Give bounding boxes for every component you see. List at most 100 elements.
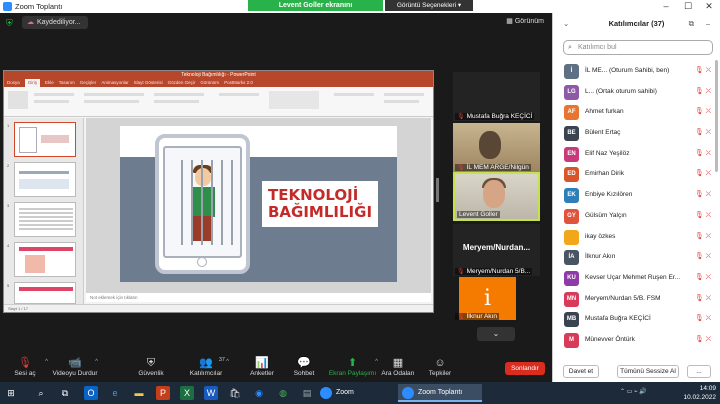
minimize-icon[interactable]: – bbox=[656, 0, 676, 13]
caret-up-icon[interactable]: ^ bbox=[95, 359, 98, 365]
muted-mic-icon[interactable]: 🎙 bbox=[695, 129, 706, 136]
slide-thumbnail[interactable]: 1 bbox=[7, 122, 76, 157]
muted-mic-icon[interactable]: 🎙 bbox=[695, 88, 706, 95]
participants-button[interactable]: 👥 37 Katılımcılar ^ bbox=[181, 357, 231, 377]
video-off-icon[interactable]: ⛌ bbox=[706, 129, 713, 136]
scroll-down-button[interactable]: ⌄ bbox=[477, 327, 515, 341]
reactions-button[interactable]: ☺ Tepkiler bbox=[415, 357, 465, 377]
muted-mic-icon[interactable]: 🎙 bbox=[695, 315, 706, 322]
end-meeting-button[interactable]: Sonlandır bbox=[505, 362, 545, 375]
muted-mic-icon[interactable]: 🎙 bbox=[695, 253, 706, 260]
video-off-icon[interactable]: ⛌ bbox=[706, 274, 713, 281]
more-options-button[interactable]: ... bbox=[687, 365, 711, 378]
muted-mic-icon[interactable]: 🎙 bbox=[695, 108, 706, 115]
video-tile[interactable]: 🎙 İL MEM ARGE/Nilgün bbox=[453, 123, 540, 172]
mute-all-button[interactable]: Tümünü Sessize Al bbox=[617, 365, 679, 378]
word-icon[interactable]: W bbox=[204, 386, 218, 400]
muted-mic-icon[interactable]: 🎙 bbox=[695, 212, 706, 219]
muted-mic-icon[interactable]: 🎙 bbox=[695, 336, 706, 343]
muted-mic-icon[interactable]: 🎙 bbox=[695, 191, 706, 198]
close-icon[interactable]: ✕ bbox=[699, 0, 719, 13]
collapse-chevron-icon[interactable]: ⌄ bbox=[563, 13, 569, 35]
caret-up-icon[interactable]: ^ bbox=[45, 359, 48, 365]
participant-row[interactable]: AF Ahmet furkan 🎙⛌ bbox=[553, 102, 717, 123]
participant-row[interactable]: İA İlknur Akın 🎙⛌ bbox=[553, 247, 717, 268]
muted-mic-icon[interactable]: 🎙 bbox=[695, 170, 706, 177]
unmute-button[interactable]: 🎙 Sesi aç ^ bbox=[0, 357, 50, 377]
video-off-icon[interactable]: ⛌ bbox=[706, 336, 713, 343]
participant-row[interactable]: LG L... (Ortak oturum sahibi) 🎙⛌ bbox=[553, 82, 717, 103]
taskbar-zoom-meeting[interactable]: Zoom Toplantı bbox=[398, 384, 482, 402]
caret-up-icon[interactable]: ^ bbox=[226, 359, 229, 365]
security-shield-icon[interactable]: ⛨ bbox=[6, 18, 15, 28]
participant-row[interactable]: MB Mustafa Buğra KEÇİCİ 🎙⛌ bbox=[553, 309, 717, 330]
participant-search-input[interactable]: ⌕ Katılımcı bul bbox=[563, 40, 713, 55]
ppt-tab[interactable]: PostMarks 2.0 bbox=[224, 79, 253, 87]
video-off-icon[interactable]: ⛌ bbox=[706, 253, 713, 260]
chat-button[interactable]: 💬 Sohbet bbox=[279, 357, 329, 377]
ppt-tab[interactable]: Ekle bbox=[45, 79, 54, 87]
task-view-icon[interactable]: ⧉ bbox=[58, 386, 72, 400]
view-options-button[interactable]: Görüntü Seçenekleri ▾ bbox=[385, 0, 473, 11]
clock[interactable]: 14:09 10.02.2022 bbox=[683, 384, 716, 402]
recording-status[interactable]: ☁ Kaydediliyor... bbox=[22, 16, 88, 29]
ppt-tab[interactable]: Dosya bbox=[7, 79, 20, 87]
ppt-tab[interactable]: Gözden Geçir bbox=[168, 79, 196, 87]
zoom-app-icon[interactable]: ◉ bbox=[252, 386, 266, 400]
stop-video-button[interactable]: 📹 Videoyu Durdur ^ bbox=[50, 357, 100, 377]
slide-thumbnail[interactable]: 4 bbox=[7, 242, 76, 277]
ppt-tab[interactable]: Animasyonlar bbox=[101, 79, 128, 87]
slide-thumbnail[interactable]: 5 bbox=[7, 282, 76, 304]
video-off-icon[interactable]: ⛌ bbox=[706, 108, 713, 115]
muted-mic-icon[interactable]: 🎙 bbox=[695, 233, 706, 240]
powerpoint-icon[interactable]: P bbox=[156, 386, 170, 400]
muted-mic-icon[interactable]: 🎙 bbox=[695, 274, 706, 281]
participants-scrollbar[interactable] bbox=[715, 60, 718, 172]
system-tray-icons[interactable]: ⌃ ▭ ⌁ 🔊 bbox=[620, 388, 647, 395]
video-off-icon[interactable]: ⛌ bbox=[706, 150, 713, 157]
video-off-icon[interactable]: ⛌ bbox=[706, 170, 713, 177]
ppt-tab[interactable]: Slayt Gösterisi bbox=[134, 79, 163, 87]
muted-mic-icon[interactable]: 🎙 bbox=[695, 150, 706, 157]
video-tile-active-speaker[interactable]: Levent Goller bbox=[453, 172, 540, 221]
popout-icon[interactable]: ⧉ bbox=[689, 13, 694, 35]
video-off-icon[interactable]: ⛌ bbox=[706, 233, 713, 240]
video-off-icon[interactable]: ⛌ bbox=[706, 212, 713, 219]
participant-row[interactable]: EK Enbiye Kızılören 🎙⛌ bbox=[553, 185, 717, 206]
file-explorer-icon[interactable]: ▬ bbox=[132, 386, 146, 400]
security-button[interactable]: ⛨ Güvenlik bbox=[126, 357, 176, 377]
chrome-icon[interactable]: ◍ bbox=[276, 386, 290, 400]
invite-button[interactable]: Davet et bbox=[563, 365, 599, 378]
slide-thumbnail[interactable]: 3 bbox=[7, 202, 76, 237]
excel-icon[interactable]: X bbox=[180, 386, 194, 400]
taskbar-zoom[interactable]: Zoom bbox=[316, 384, 400, 402]
video-off-icon[interactable]: ⛌ bbox=[706, 191, 713, 198]
muted-mic-icon[interactable]: 🎙 bbox=[695, 295, 706, 302]
participant-row[interactable]: ED Emirhan Dirik 🎙⛌ bbox=[553, 164, 717, 185]
participant-row[interactable]: KU Kevser Uçar Mehmet Ruşen Er... 🎙⛌ bbox=[553, 268, 717, 289]
ppt-tab[interactable]: Giriş bbox=[24, 79, 41, 87]
split-drag-handle[interactable] bbox=[436, 178, 439, 202]
participant-row[interactable]: EN Elif Naz Yeşilöz 🎙⛌ bbox=[553, 144, 717, 165]
share-screen-button[interactable]: ⬆ Ekran Paylaşımı ^ bbox=[325, 357, 380, 377]
video-off-icon[interactable]: ⛌ bbox=[706, 88, 713, 95]
muted-mic-icon[interactable]: 🎙 bbox=[695, 67, 706, 74]
outlook-icon[interactable]: O bbox=[84, 386, 98, 400]
participant-row[interactable]: GY Gülsüm Yalçın 🎙⛌ bbox=[553, 206, 717, 227]
participant-row[interactable]: M Münevver Öntürk 🎙⛌ bbox=[553, 330, 717, 351]
search-icon[interactable]: ⌕ bbox=[34, 386, 48, 400]
windows-store-icon[interactable]: 🛍 bbox=[228, 386, 242, 400]
view-button[interactable]: ▦ Görünüm bbox=[506, 17, 544, 25]
video-off-icon[interactable]: ⛌ bbox=[706, 67, 713, 74]
participant-row[interactable]: ikay özkes 🎙⛌ bbox=[553, 227, 717, 248]
minimize-panel-icon[interactable]: – bbox=[706, 13, 710, 35]
video-off-icon[interactable]: ⛌ bbox=[706, 295, 713, 302]
participant-row[interactable]: İ İL ME... (Oturum Sahibi, ben) 🎙⛌ bbox=[553, 61, 717, 82]
participant-row[interactable]: BE Bülent Ertaç 🎙⛌ bbox=[553, 123, 717, 144]
slide-thumbnail[interactable]: 2 bbox=[7, 162, 76, 197]
start-windows-icon[interactable]: ⊞ bbox=[4, 386, 18, 400]
participant-row[interactable]: MN Meryem/Nurdan 5/B. FSM 🎙⛌ bbox=[553, 289, 717, 310]
ppt-tab[interactable]: Tasarım bbox=[59, 79, 75, 87]
edge-icon[interactable]: e bbox=[108, 386, 122, 400]
ppt-tab[interactable]: Görünüm bbox=[200, 79, 219, 87]
